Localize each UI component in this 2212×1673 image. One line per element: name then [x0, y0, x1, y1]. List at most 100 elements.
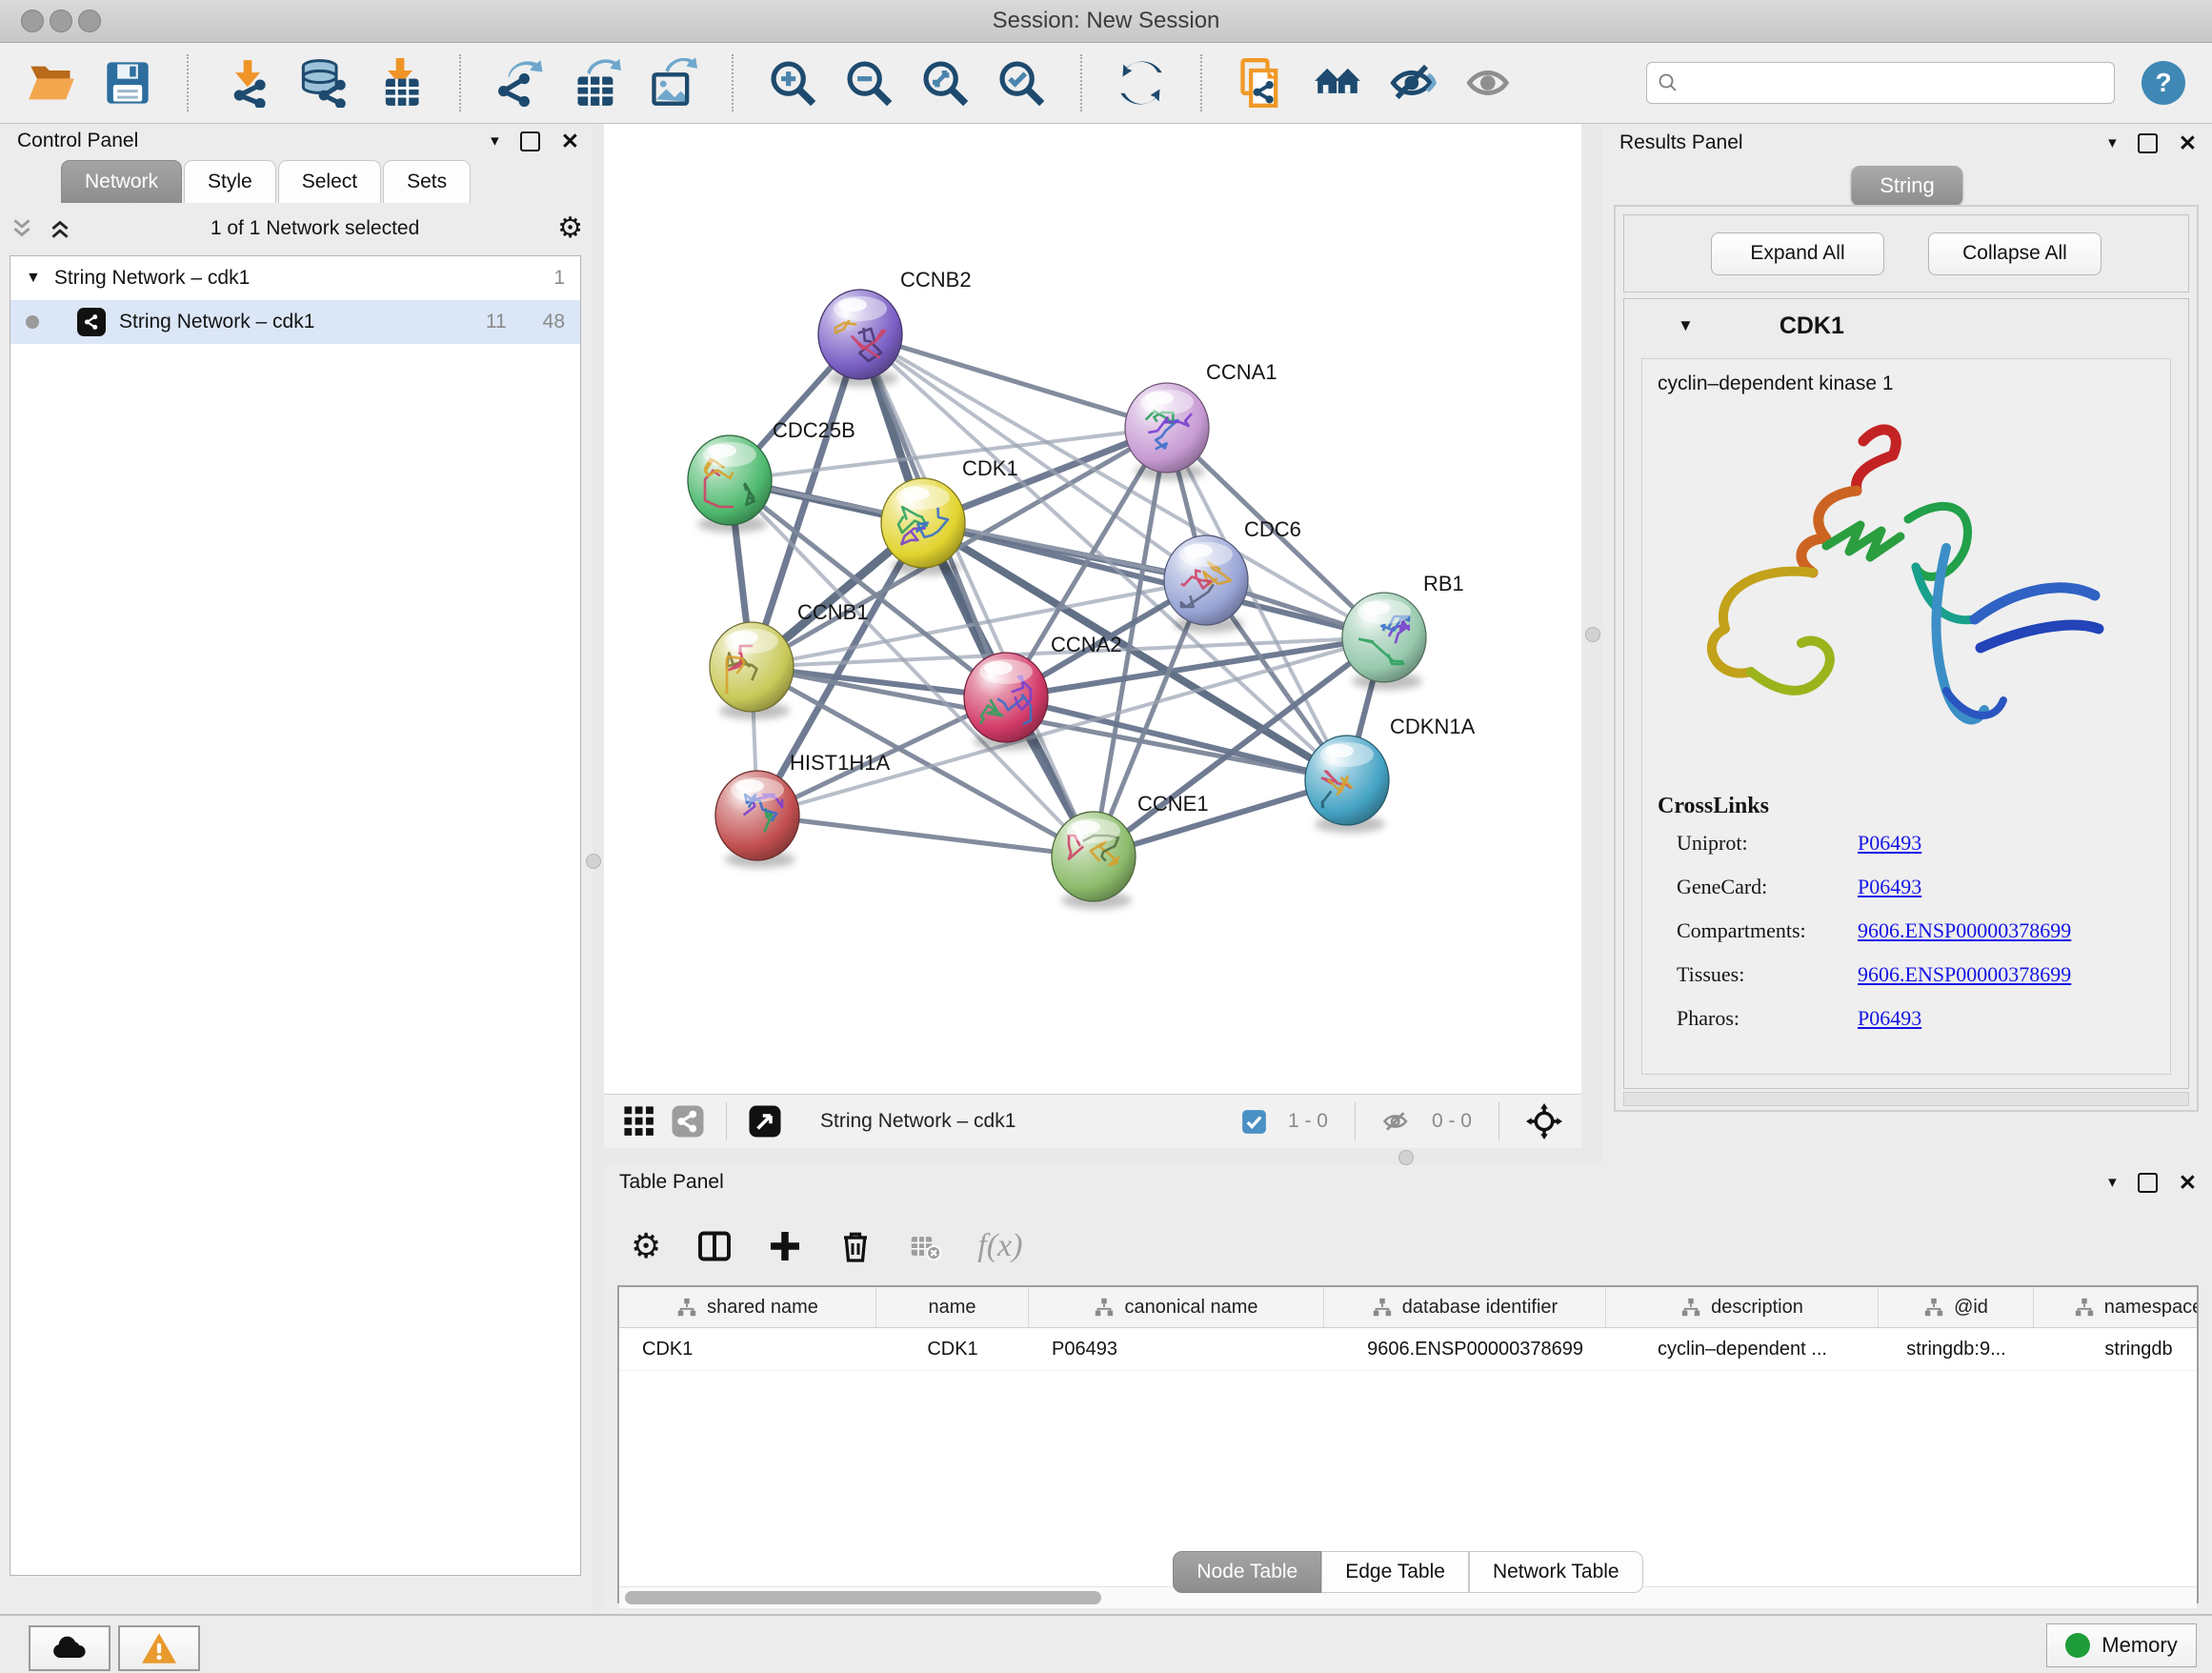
- show-all-eye-icon[interactable]: [1465, 58, 1515, 108]
- zoom-out-icon[interactable]: [844, 58, 894, 108]
- network-node-RB1[interactable]: [1342, 593, 1426, 682]
- column-header-canonical-name[interactable]: canonical name: [1029, 1287, 1324, 1327]
- close-panel-icon[interactable]: ✕: [2179, 1172, 2197, 1194]
- close-panel-icon[interactable]: ✕: [2179, 132, 2197, 154]
- network-node-CDKN1A[interactable]: [1305, 736, 1389, 825]
- search-box[interactable]: [1646, 62, 2115, 104]
- tab-network-table[interactable]: Network Table: [1469, 1551, 1643, 1593]
- zoom-selected-icon[interactable]: [996, 58, 1046, 108]
- float-panel-icon[interactable]: [520, 131, 540, 151]
- network-node-CCNA2[interactable]: [964, 653, 1048, 742]
- zoom-fit-icon[interactable]: [920, 58, 970, 108]
- grid-view-icon[interactable]: [623, 1105, 655, 1138]
- float-panel-icon[interactable]: [2138, 133, 2158, 153]
- close-panel-icon[interactable]: ✕: [561, 131, 579, 152]
- cybrowser-home-icon[interactable]: [1313, 58, 1362, 108]
- birdseye-navigator-icon[interactable]: [1526, 1103, 1562, 1139]
- expand-all-button[interactable]: Expand All: [1711, 232, 1884, 275]
- import-network-database-icon[interactable]: [299, 58, 349, 108]
- selected-checkbox-icon[interactable]: [1241, 1109, 1267, 1135]
- show-columns-icon[interactable]: [697, 1229, 732, 1263]
- tab-edge-table[interactable]: Edge Table: [1321, 1551, 1469, 1593]
- network-collection-row[interactable]: ▼ String Network – cdk1 1: [10, 256, 580, 300]
- search-input[interactable]: [1687, 71, 2072, 95]
- hide-selected-eye-icon[interactable]: [1389, 58, 1438, 108]
- network-canvas[interactable]: CCNB2CCNA1CDC25BCDK1CDC6RB1CCNB1CCNA2CDK…: [604, 124, 1581, 1094]
- clone-network-icon[interactable]: [1237, 58, 1286, 108]
- crosslink-link[interactable]: P06493: [1858, 875, 1921, 899]
- splitter-handle[interactable]: [1585, 627, 1600, 642]
- gear-icon[interactable]: ⚙: [557, 214, 583, 243]
- column-header-description[interactable]: description: [1606, 1287, 1879, 1327]
- network-thumbnail-icon[interactable]: [671, 1104, 705, 1139]
- network-row[interactable]: String Network – cdk1 11 48: [10, 300, 580, 344]
- crosslink-link[interactable]: P06493: [1858, 1006, 1921, 1031]
- column-header-name[interactable]: name: [876, 1287, 1029, 1327]
- table-cell[interactable]: CDK1: [619, 1328, 876, 1370]
- tab-node-table[interactable]: Node Table: [1173, 1551, 1321, 1593]
- help-button[interactable]: ?: [2142, 61, 2185, 105]
- table-cell[interactable]: CDK1: [876, 1328, 1029, 1370]
- splitter-handle[interactable]: [1398, 1150, 1414, 1165]
- import-network-file-icon[interactable]: [223, 58, 272, 108]
- memory-button[interactable]: Memory: [2046, 1623, 2197, 1667]
- network-node-CCNE1[interactable]: [1052, 812, 1136, 901]
- results-scrollbar[interactable]: [1623, 1092, 2189, 1106]
- expand-all-icon[interactable]: [48, 216, 72, 241]
- collection-caret-icon[interactable]: ▼: [26, 270, 41, 287]
- import-table-icon[interactable]: [375, 58, 425, 108]
- export-image-icon[interactable]: [648, 58, 697, 108]
- cloud-button[interactable]: [29, 1625, 111, 1671]
- network-node-CCNA1[interactable]: [1125, 383, 1209, 473]
- network-node-HIST1H1A[interactable]: [715, 771, 799, 860]
- delete-table-icon[interactable]: [909, 1230, 941, 1262]
- table-cell[interactable]: stringdb:9...: [1879, 1328, 2034, 1370]
- export-table-icon[interactable]: [572, 58, 621, 108]
- network-node-CDC25B[interactable]: [688, 435, 772, 525]
- scrollbar-thumb[interactable]: [625, 1591, 1101, 1604]
- warning-button[interactable]: [118, 1625, 200, 1671]
- column-header-@id[interactable]: @id: [1879, 1287, 2034, 1327]
- panel-menu-icon[interactable]: ▾: [2108, 133, 2117, 152]
- crosslink-link[interactable]: 9606.ENSP00000378699: [1858, 962, 2071, 987]
- collapse-all-icon[interactable]: [10, 216, 34, 241]
- network-graph[interactable]: CCNB2CCNA1CDC25BCDK1CDC6RB1CCNB1CCNA2CDK…: [604, 124, 1581, 1094]
- column-header-database-identifier[interactable]: database identifier: [1324, 1287, 1606, 1327]
- section-caret-icon[interactable]: ▼: [1678, 316, 1694, 335]
- export-network-icon[interactable]: [495, 58, 545, 108]
- column-header-namespace[interactable]: namespace: [2034, 1287, 2199, 1327]
- crosslink-link[interactable]: P06493: [1858, 831, 1921, 856]
- hidden-eye-icon[interactable]: [1382, 1107, 1411, 1136]
- save-session-icon[interactable]: [103, 58, 152, 108]
- tab-string[interactable]: String: [1851, 166, 1962, 206]
- network-node-CDC6[interactable]: [1164, 535, 1248, 625]
- tab-style[interactable]: Style: [184, 160, 276, 203]
- crosslink-link[interactable]: 9606.ENSP00000378699: [1858, 918, 2071, 943]
- table-cell[interactable]: stringdb: [2034, 1328, 2199, 1370]
- column-header-shared-name[interactable]: shared name: [619, 1287, 876, 1327]
- table-settings-gear-icon[interactable]: ⚙: [631, 1229, 661, 1263]
- collapse-all-button[interactable]: Collapse All: [1928, 232, 2101, 275]
- panel-menu-icon[interactable]: ▾: [2108, 1173, 2117, 1192]
- add-column-icon[interactable]: [768, 1229, 802, 1263]
- zoom-in-icon[interactable]: [768, 58, 817, 108]
- table-cell[interactable]: cyclin–dependent ...: [1606, 1328, 1879, 1370]
- table-row[interactable]: CDK1CDK1P064939606.ENSP00000378699cyclin…: [619, 1328, 2197, 1371]
- vertical-splitter-right[interactable]: [1581, 124, 1602, 1165]
- panel-menu-icon[interactable]: ▾: [491, 131, 499, 151]
- tab-network[interactable]: Network: [61, 160, 182, 203]
- network-node-CCNB1[interactable]: [710, 622, 794, 712]
- network-node-CDK1[interactable]: [881, 478, 965, 568]
- network-edge[interactable]: [860, 334, 1167, 428]
- function-builder-icon[interactable]: f(x): [977, 1228, 1022, 1264]
- open-session-icon[interactable]: [27, 58, 76, 108]
- splitter-handle[interactable]: [586, 854, 601, 869]
- tab-select[interactable]: Select: [278, 160, 381, 203]
- tab-sets[interactable]: Sets: [383, 160, 471, 203]
- float-panel-icon[interactable]: [2138, 1173, 2158, 1193]
- table-cell[interactable]: P06493: [1029, 1328, 1324, 1370]
- network-node-CCNB2[interactable]: [818, 290, 902, 379]
- network-edge[interactable]: [757, 816, 1094, 857]
- delete-column-icon[interactable]: [838, 1229, 873, 1263]
- detach-view-icon[interactable]: [748, 1104, 782, 1139]
